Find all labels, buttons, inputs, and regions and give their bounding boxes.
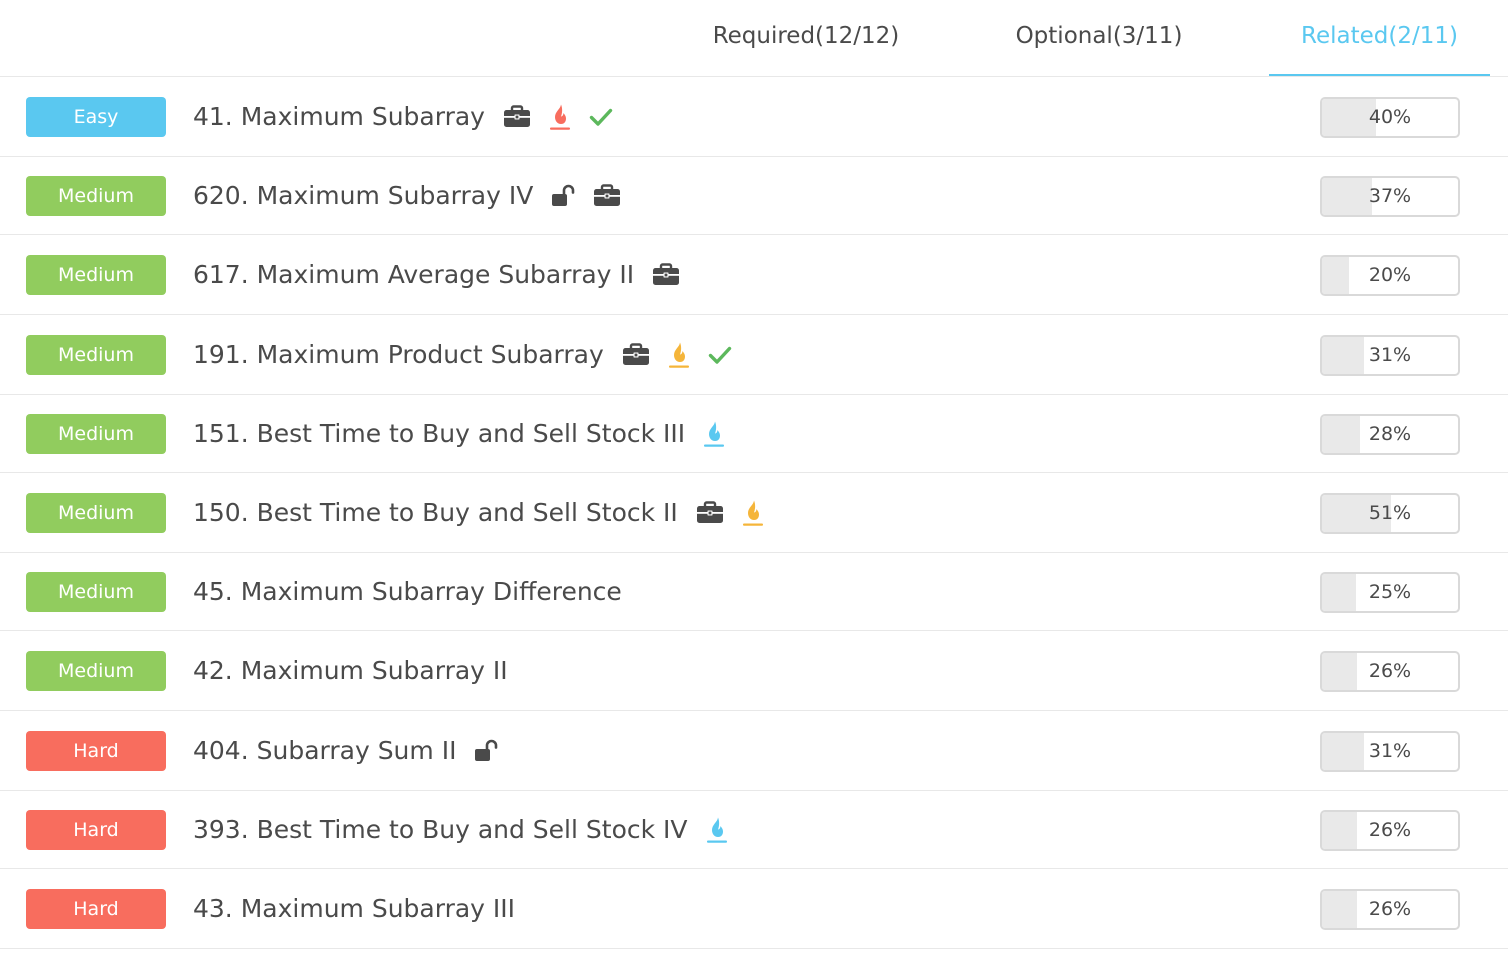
acceptance-rate-label: 37% xyxy=(1368,184,1412,207)
problem-title-group: 45. Maximum Subarray Difference xyxy=(193,553,622,630)
difficulty-badge: Hard xyxy=(26,730,166,771)
problem-title-group: 150. Best Time to Buy and Sell Stock II xyxy=(193,473,764,552)
problem-title-link[interactable]: 393. Best Time to Buy and Sell Stock IV xyxy=(193,815,688,844)
difficulty-badge: Easy xyxy=(26,96,166,137)
problem-title-group: 42. Maximum Subarray II xyxy=(193,631,508,710)
flame-red-icon xyxy=(549,103,571,131)
table-row[interactable]: Medium 617. Maximum Average Subarray II 20… xyxy=(0,235,1508,315)
problem-title-link[interactable]: 404. Subarray Sum II xyxy=(193,736,456,765)
problem-title-group: 151. Best Time to Buy and Sell Stock III xyxy=(193,395,725,472)
briefcase-icon xyxy=(503,104,531,129)
flame-orange-icon xyxy=(742,499,764,527)
flame-orange-icon xyxy=(668,341,690,369)
acceptance-rate-label: 28% xyxy=(1368,422,1412,445)
difficulty-badge: Medium xyxy=(26,571,166,612)
acceptance-rate-label: 26% xyxy=(1368,659,1412,682)
tab-optional[interactable]: Optional(3/11) xyxy=(990,0,1208,74)
problem-title-group: 191. Maximum Product Subarray xyxy=(193,315,732,394)
acceptance-rate-label: 26% xyxy=(1368,897,1412,920)
problem-title-group: 41. Maximum Subarray xyxy=(193,77,613,156)
difficulty-badge: Medium xyxy=(26,650,166,691)
acceptance-rate-bar: 31% xyxy=(1320,334,1460,376)
problem-title-link[interactable]: 620. Maximum Subarray IV xyxy=(193,181,533,210)
acceptance-rate-bar: 51% xyxy=(1320,492,1460,534)
difficulty-badge: Medium xyxy=(26,175,166,216)
table-row[interactable]: Medium 42. Maximum Subarray II 26% xyxy=(0,631,1508,711)
difficulty-badge: Medium xyxy=(26,334,166,375)
flame-blue-icon xyxy=(706,816,728,844)
tab-related[interactable]: Related(2/11) xyxy=(1269,0,1490,76)
table-row[interactable]: Medium 151. Best Time to Buy and Sell Sto… xyxy=(0,395,1508,473)
table-row[interactable]: Easy 41. Maximum Subarray 40% xyxy=(0,77,1508,157)
problem-title-link[interactable]: 191. Maximum Product Subarray xyxy=(193,340,604,369)
problem-title-group: 617. Maximum Average Subarray II xyxy=(193,235,680,314)
difficulty-badge: Medium xyxy=(26,492,166,533)
acceptance-rate-label: 26% xyxy=(1368,818,1412,841)
difficulty-badge: Hard xyxy=(26,809,166,850)
acceptance-rate-bar: 40% xyxy=(1320,96,1460,138)
check-icon xyxy=(708,345,732,365)
check-icon xyxy=(589,107,613,127)
difficulty-badge: Medium xyxy=(26,254,166,295)
table-row[interactable]: Medium 150. Best Time to Buy and Sell Sto… xyxy=(0,473,1508,553)
problem-title-link[interactable]: 43. Maximum Subarray III xyxy=(193,894,515,923)
table-row[interactable]: Medium 620. Maximum Subarray IV 37% xyxy=(0,157,1508,235)
briefcase-icon xyxy=(593,183,621,208)
briefcase-icon xyxy=(622,342,650,367)
problem-title-group: 43. Maximum Subarray III xyxy=(193,869,515,948)
difficulty-badge: Medium xyxy=(26,413,166,454)
problem-title-link[interactable]: 42. Maximum Subarray II xyxy=(193,656,508,685)
acceptance-rate-label: 40% xyxy=(1368,105,1412,128)
acceptance-rate-bar: 28% xyxy=(1320,413,1460,455)
table-row[interactable]: Medium 191. Maximum Product Subarray 31% xyxy=(0,315,1508,395)
problem-title-group: 620. Maximum Subarray IV xyxy=(193,157,621,234)
acceptance-rate-bar: 26% xyxy=(1320,888,1460,930)
problem-title-group: 404. Subarray Sum II xyxy=(193,711,498,790)
flame-blue-icon xyxy=(703,420,725,448)
acceptance-rate-bar: 31% xyxy=(1320,730,1460,772)
difficulty-badge: Hard xyxy=(26,888,166,929)
acceptance-rate-label: 31% xyxy=(1368,343,1412,366)
tab-required[interactable]: Required(12/12) xyxy=(690,0,922,74)
unlock-icon xyxy=(474,739,498,763)
table-row[interactable]: Hard 404. Subarray Sum II 31% xyxy=(0,711,1508,791)
problem-title-link[interactable]: 150. Best Time to Buy and Sell Stock II xyxy=(193,498,678,527)
acceptance-rate-label: 25% xyxy=(1368,580,1412,603)
problem-title-link[interactable]: 41. Maximum Subarray xyxy=(193,102,485,131)
problem-title-link[interactable]: 617. Maximum Average Subarray II xyxy=(193,260,634,289)
acceptance-rate-label: 20% xyxy=(1368,263,1412,286)
problem-list: Easy 41. Maximum Subarray 40% Medium 620. Ma… xyxy=(0,77,1508,949)
acceptance-rate-bar: 37% xyxy=(1320,175,1460,217)
problem-title-group: 393. Best Time to Buy and Sell Stock IV xyxy=(193,791,728,868)
briefcase-icon xyxy=(652,262,680,287)
tab-bar: Required(12/12) Optional(3/11) Related(2… xyxy=(0,0,1508,77)
problem-title-link[interactable]: 45. Maximum Subarray Difference xyxy=(193,577,622,606)
acceptance-rate-bar: 20% xyxy=(1320,254,1460,296)
unlock-icon xyxy=(551,184,575,208)
acceptance-rate-label: 31% xyxy=(1368,739,1412,762)
problem-title-link[interactable]: 151. Best Time to Buy and Sell Stock III xyxy=(193,419,685,448)
acceptance-rate-bar: 26% xyxy=(1320,809,1460,851)
table-row[interactable]: Medium 45. Maximum Subarray Difference 25% xyxy=(0,553,1508,631)
table-row[interactable]: Hard 43. Maximum Subarray III 26% xyxy=(0,869,1508,949)
acceptance-rate-label: 51% xyxy=(1368,501,1412,524)
acceptance-rate-bar: 26% xyxy=(1320,650,1460,692)
briefcase-icon xyxy=(696,500,724,525)
acceptance-rate-bar: 25% xyxy=(1320,571,1460,613)
table-row[interactable]: Hard 393. Best Time to Buy and Sell Stock… xyxy=(0,791,1508,869)
